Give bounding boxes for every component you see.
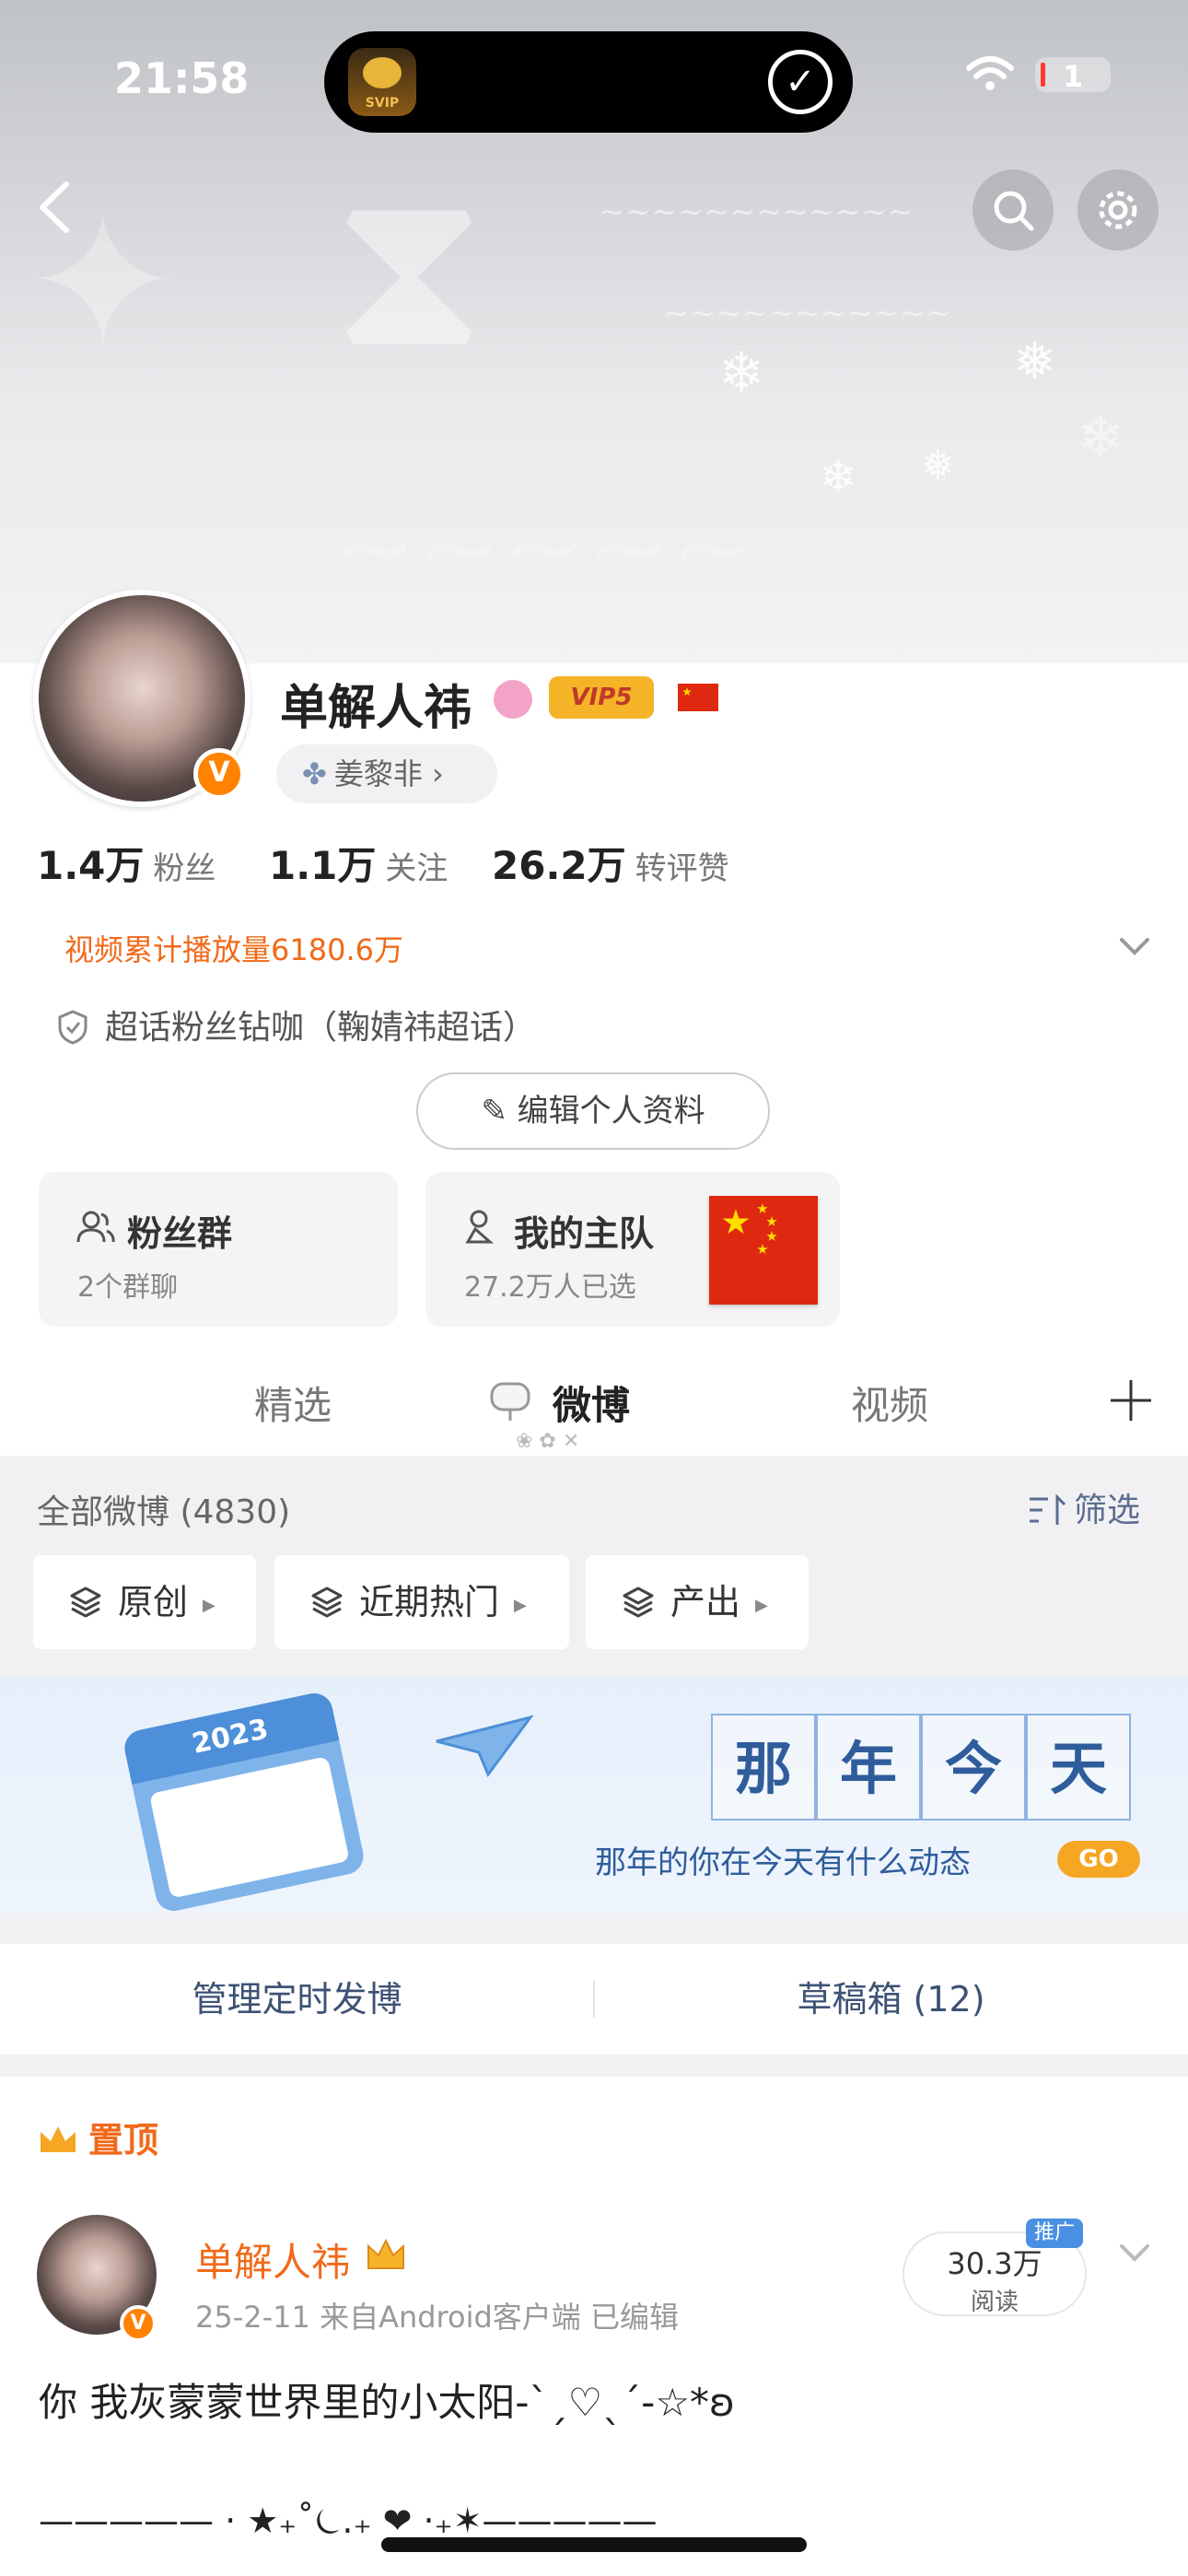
pinned-label: 置顶 xyxy=(37,2112,158,2162)
hourglass-decoration: ⧗ xyxy=(332,138,487,396)
group-icon xyxy=(76,1211,115,1243)
weibo-app-icon: SVIP xyxy=(348,48,416,116)
plus-icon[interactable] xyxy=(1105,1375,1157,1426)
china-flag-icon xyxy=(709,1196,818,1305)
china-flag-icon xyxy=(678,684,718,711)
wifi-icon xyxy=(966,56,1014,90)
search-icon xyxy=(994,191,1034,231)
group-tag[interactable]: ✤ 姜黎非 › xyxy=(276,744,497,803)
banner-tagline: 那年的你在今天有什么动态 xyxy=(595,1844,971,1881)
cover-script: ~~~~~ xyxy=(332,488,756,606)
post-text: 你 我灰蒙蒙世界里的小太阳-ˋˏ♡ˎˊ-☆*ʚ xyxy=(39,2380,735,2425)
post-author[interactable]: 单解人祎 xyxy=(195,2231,350,2288)
status-bar: 21:58 SVIP ✓ 1 xyxy=(0,0,1188,157)
snowflake-icon: ❄ xyxy=(1077,405,1124,470)
filter-icon xyxy=(1030,1493,1066,1525)
cover-script: ~~~~~~~~~~~~ xyxy=(599,193,914,230)
chip-original[interactable]: 原创 ▶ xyxy=(33,1555,256,1649)
banner-char: 天 xyxy=(1026,1714,1131,1821)
group-tag-label: 姜黎非 xyxy=(333,756,423,791)
drafts-button[interactable]: 草稿箱 (12) xyxy=(594,1944,1188,2055)
layers-icon xyxy=(311,1587,343,1618)
snowflake-icon: ❅ xyxy=(1013,332,1056,392)
on-this-day-banner[interactable]: 2023 那 年 今 天 那年的你在今天有什么动态 GO xyxy=(0,1677,1188,1913)
shield-icon xyxy=(58,1010,87,1045)
vip-badge[interactable]: VIP5 xyxy=(549,676,654,719)
back-icon[interactable] xyxy=(28,175,83,240)
crown-icon xyxy=(41,2126,76,2152)
verified-badge: V xyxy=(120,2305,157,2342)
stat-reposts-likes[interactable]: 26.2万 转评赞 xyxy=(492,835,729,891)
verified-badge: V xyxy=(193,748,245,800)
status-time: 21:58 xyxy=(114,53,250,103)
tab-featured[interactable]: 精选 xyxy=(254,1375,332,1431)
calendar-icon: 2023 xyxy=(121,1690,367,1913)
snowflake-icon: ❄ xyxy=(820,451,857,503)
post-meta: 25-2-11 来自Android客户端 已编辑 xyxy=(195,2300,679,2335)
snowflake-icon: ❄ xyxy=(718,341,765,405)
layers-icon xyxy=(70,1587,101,1618)
main-team-card[interactable]: 我的主队 27.2万人已选 xyxy=(425,1172,840,1327)
supertopic-label: 超话粉丝钻咖（鞠婧祎超话） xyxy=(105,1009,537,1047)
settings-button[interactable] xyxy=(1077,170,1159,251)
tab-decoration: ❀ ✿ ✕ xyxy=(516,1430,580,1453)
all-posts-count: 全部微博 (4830) xyxy=(37,1493,291,1531)
banner-char: 今 xyxy=(921,1714,1026,1821)
cover-script: ~~~~~~~~~~~ xyxy=(663,295,952,332)
go-button[interactable]: GO xyxy=(1057,1841,1140,1878)
team-icon xyxy=(465,1210,494,1244)
manage-scheduled-button[interactable]: 管理定时发博 xyxy=(0,1944,594,2055)
tab-weibo[interactable]: 微博 xyxy=(553,1375,630,1431)
post-actions-bar: 管理定时发博 草稿箱 (12) xyxy=(0,1944,1188,2055)
profile-username: 单解人祎 xyxy=(280,681,472,736)
post-divider-text: ————— · ★₊˚⏾.₊ ❤ ·₊✶————— xyxy=(39,2500,658,2541)
stat-following[interactable]: 1.1万 关注 xyxy=(269,835,448,891)
check-icon: ✓ xyxy=(768,50,833,114)
clover-icon: ✤ xyxy=(302,756,327,791)
pinned-post: 置顶 V 单解人祎 25-2-11 来自Android客户端 已编辑 30.3万… xyxy=(0,2077,1188,2576)
chip-output[interactable]: 产出 ▶ xyxy=(586,1555,809,1649)
chip-recent-hot[interactable]: 近期热门 ▶ xyxy=(274,1555,569,1649)
home-indicator[interactable] xyxy=(381,2537,807,2552)
tab-video[interactable]: 视频 xyxy=(851,1375,928,1431)
vip-crown-icon xyxy=(367,2238,404,2269)
edit-profile-button[interactable]: ✎ 编辑个人资料 xyxy=(416,1072,770,1150)
stat-followers[interactable]: 1.4万 粉丝 xyxy=(37,835,215,891)
snowflake-icon: ❅ xyxy=(921,442,955,489)
search-badge-icon[interactable] xyxy=(494,680,532,719)
banner-char: 年 xyxy=(816,1714,921,1821)
battery-icon: 1 xyxy=(1035,57,1111,94)
paper-plane-icon xyxy=(436,1715,534,1778)
search-button[interactable] xyxy=(973,170,1054,251)
profile-tabs: 精选 微博 ❀ ✿ ✕ 视频 xyxy=(0,1354,1188,1456)
chevron-down-icon[interactable] xyxy=(1116,932,1153,960)
dynamic-island: SVIP ✓ xyxy=(324,31,853,133)
filter-button[interactable]: 筛选 xyxy=(1028,1483,1140,1531)
layers-icon xyxy=(623,1587,654,1618)
video-play-count: 视频累计播放量6180.6万 xyxy=(64,932,403,967)
promote-badge[interactable]: 推广 xyxy=(1026,2219,1083,2248)
mailbox-icon xyxy=(490,1382,530,1421)
fan-group-card[interactable]: 粉丝群 2个群聊 xyxy=(39,1172,398,1327)
chevron-down-icon[interactable] xyxy=(1116,2239,1153,2266)
gear-icon xyxy=(1099,191,1137,229)
supertopic-badge[interactable]: 超话粉丝钻咖（鞠婧祎超话） xyxy=(57,1001,536,1048)
banner-char: 那 xyxy=(711,1714,816,1821)
